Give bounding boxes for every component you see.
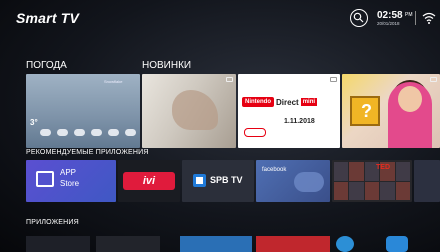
wifi-icon[interactable] <box>422 11 436 29</box>
person-face <box>398 86 422 112</box>
cloud-icon <box>108 128 119 136</box>
app-tile-row3-5[interactable] <box>336 236 354 252</box>
nintendo-brand: Nintendo <box>242 97 274 107</box>
weather-temp: 3° <box>30 118 38 127</box>
appstore-label-line1: APP <box>60 168 77 177</box>
app-tile-ivi[interactable]: ivi <box>118 160 180 202</box>
cloud-icon <box>74 128 85 136</box>
clock-date: 20/01/2018 <box>377 21 400 26</box>
video-icon <box>430 77 437 82</box>
shopping-bag-icon <box>36 171 54 187</box>
app-tile-row3-6[interactable] <box>386 236 408 252</box>
nintendo-direct-logo: Nintendo Direct mini <box>242 97 318 107</box>
ivi-logo: ivi <box>123 172 175 190</box>
cloud-icon <box>91 128 102 136</box>
weather-tile[interactable]: Snowflake 3° <box>26 74 140 148</box>
nintendo-logo-icon <box>244 128 266 137</box>
brand-title: Smart TV <box>16 10 80 26</box>
clock-ampm: PM <box>405 12 413 18</box>
news-image <box>172 90 218 130</box>
video-icon <box>226 77 233 82</box>
news-tile-1[interactable] <box>142 74 236 148</box>
app-tile-row3-3[interactable] <box>180 236 252 252</box>
top-bar: Smart TV 02:58 PM 20/01/2018 <box>0 0 440 36</box>
spbtv-label: SPB TV <box>210 175 243 185</box>
video-icon <box>330 77 337 82</box>
news-tile-video[interactable] <box>342 74 440 148</box>
app-tile-facebook[interactable]: facebook <box>256 160 330 202</box>
app-tile-spbtv[interactable]: SPB TV <box>182 160 254 202</box>
search-icon[interactable] <box>350 9 368 27</box>
spbtv-logo-icon <box>193 174 206 187</box>
cloud-icon <box>57 128 68 136</box>
app-tile-appstore[interactable]: APP Store <box>26 160 116 202</box>
weather-title: Snowflake <box>104 79 123 84</box>
cloud-icon <box>40 128 51 136</box>
topbar-divider <box>415 11 416 25</box>
section-recommended-label: РЕКОМЕНДУЕМЫЕ ПРИЛОЖЕНИЯ <box>26 149 149 156</box>
facebook-label: facebook <box>262 167 287 173</box>
news-tile-nintendo[interactable]: Nintendo Direct mini 1.11.2018 <box>238 74 340 148</box>
nintendo-date: 1.11.2018 <box>284 118 315 125</box>
cloud-icon <box>125 128 136 136</box>
app-tile-row3-4[interactable] <box>256 236 330 252</box>
app-tile-ted[interactable]: TED <box>332 160 412 202</box>
facebook-people-image <box>294 172 324 192</box>
app-tile-partial[interactable] <box>414 160 440 202</box>
app-tile-row3-2[interactable] <box>96 236 160 252</box>
nintendo-mini-text: mini <box>300 98 318 106</box>
clock-time: 02:58 <box>377 10 403 21</box>
weather-forecast-icons <box>40 124 136 140</box>
ted-label: TED <box>376 164 390 171</box>
ted-thumbnail-grid <box>334 162 410 200</box>
appstore-label-line2: Store <box>60 179 80 188</box>
app-tile-row3-1[interactable] <box>26 236 90 252</box>
question-block-icon <box>350 96 380 126</box>
section-news-label: НОВИНКИ <box>142 60 192 71</box>
nintendo-direct-text: Direct <box>276 97 299 107</box>
section-apps-label: ПРИЛОЖЕНИЯ <box>26 219 79 226</box>
section-weather-label: ПОГОДА <box>26 60 67 71</box>
